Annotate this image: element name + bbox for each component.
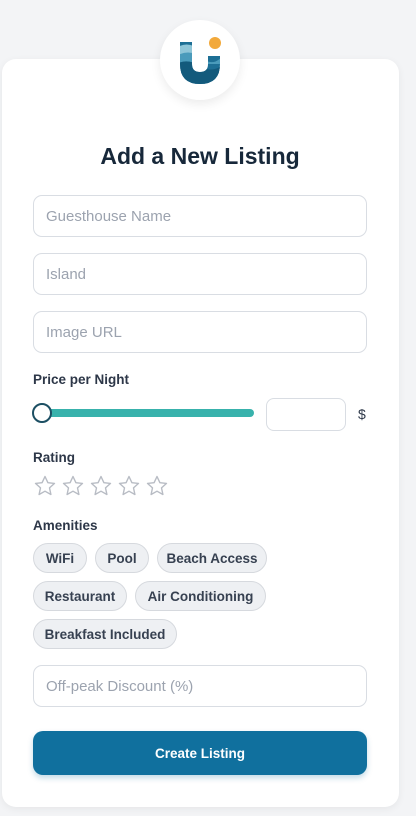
- brand-u-logo-icon: [180, 37, 221, 84]
- star-1-icon[interactable]: [33, 474, 57, 498]
- amenity-chip-air-conditioning[interactable]: Air Conditioning: [135, 581, 266, 611]
- star-5-icon[interactable]: [145, 474, 169, 498]
- currency-symbol: $: [358, 406, 366, 422]
- amenity-chip-wifi[interactable]: WiFi: [33, 543, 87, 573]
- price-slider-thumb[interactable]: [32, 403, 52, 423]
- star-3-icon[interactable]: [89, 474, 113, 498]
- island-input[interactable]: [33, 253, 367, 295]
- page-title: Add a New Listing: [100, 143, 300, 169]
- brand-logo: [160, 20, 240, 100]
- guesthouse-name-input[interactable]: [33, 195, 367, 237]
- price-input[interactable]: [266, 398, 346, 431]
- amenity-chip-restaurant[interactable]: Restaurant: [33, 581, 127, 611]
- price-slider-track[interactable]: [33, 409, 254, 417]
- rating-stars: [33, 474, 169, 498]
- image-url-input[interactable]: [33, 311, 367, 353]
- amenity-chip-pool[interactable]: Pool: [95, 543, 149, 573]
- rating-label: Rating: [33, 450, 75, 465]
- amenities-label: Amenities: [33, 518, 98, 533]
- amenity-chip-breakfast-included[interactable]: Breakfast Included: [33, 619, 177, 649]
- star-4-icon[interactable]: [117, 474, 141, 498]
- star-2-icon[interactable]: [61, 474, 85, 498]
- amenity-chip-beach-access[interactable]: Beach Access: [157, 543, 267, 573]
- off-peak-discount-input[interactable]: [33, 665, 367, 707]
- create-listing-button[interactable]: Create Listing: [33, 731, 367, 775]
- price-label: Price per Night: [33, 372, 130, 387]
